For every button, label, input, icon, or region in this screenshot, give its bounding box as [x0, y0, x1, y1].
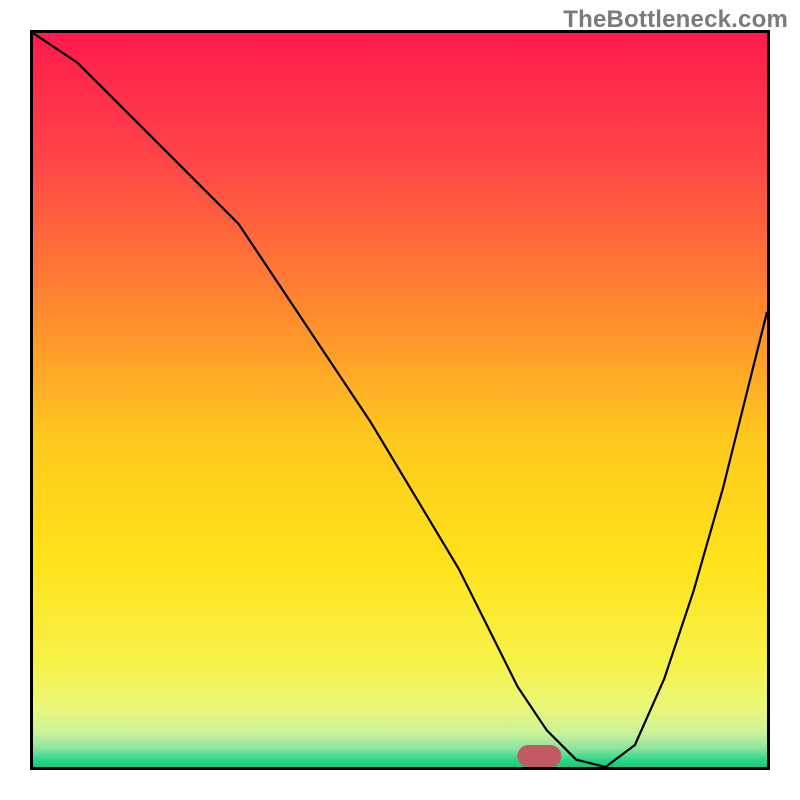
chart-svg: [33, 33, 767, 767]
gradient-background: [33, 33, 767, 767]
plot-area: [30, 30, 770, 770]
chart-frame: TheBottleneck.com: [0, 0, 800, 800]
optimum-marker: [517, 745, 561, 767]
